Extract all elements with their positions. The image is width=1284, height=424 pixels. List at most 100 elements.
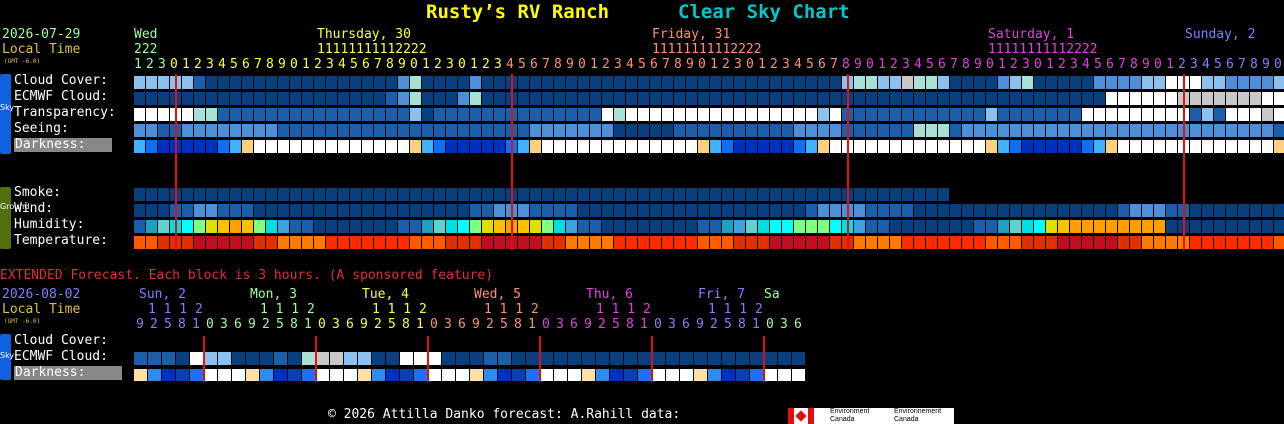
ext-cloud-block[interactable] (666, 352, 679, 365)
ext-cloud-block[interactable] (218, 352, 231, 365)
ext-cloud-block[interactable] (568, 352, 581, 365)
ext-cloud-block[interactable] (302, 352, 315, 365)
ext-darkness-block[interactable] (582, 369, 595, 381)
ext-darkness-block[interactable] (204, 369, 217, 381)
ext-darkness-block[interactable] (624, 369, 637, 381)
ext-cloud-block[interactable] (652, 352, 665, 365)
ext-cloud-block[interactable] (232, 352, 245, 365)
ext-darkness-block[interactable] (386, 369, 399, 381)
ext-darkness-block[interactable] (512, 369, 525, 381)
ext-darkness-block[interactable] (666, 369, 679, 381)
ext-darkness-block[interactable] (414, 369, 427, 381)
ext-darkness-block[interactable] (302, 369, 315, 381)
ext-darkness-block[interactable] (148, 369, 161, 381)
ext-darkness-block[interactable] (232, 369, 245, 381)
ext-darkness-block[interactable] (736, 369, 749, 381)
ext-cloud-block[interactable] (246, 352, 259, 365)
ext-cloud-block[interactable] (764, 352, 777, 365)
ext-cloud-block[interactable] (274, 352, 287, 365)
ext-darkness-block[interactable] (428, 369, 441, 381)
extended-forecast-grid (0, 0, 1284, 424)
ext-cloud-block[interactable] (792, 352, 805, 365)
ext-cloud-block[interactable] (148, 352, 161, 365)
ext-darkness-block[interactable] (288, 369, 301, 381)
ext-cloud-block[interactable] (582, 352, 595, 365)
ext-cloud-block[interactable] (470, 352, 483, 365)
ext-cloud-block[interactable] (694, 352, 707, 365)
ext-cloud-block[interactable] (610, 352, 623, 365)
ext-darkness-block[interactable] (792, 369, 805, 381)
ext-darkness-block[interactable] (764, 369, 777, 381)
ext-midnight-marker-line (539, 336, 541, 382)
ext-darkness-block[interactable] (400, 369, 413, 381)
ext-cloud-block[interactable] (134, 352, 147, 365)
ext-darkness-block[interactable] (596, 369, 609, 381)
ext-darkness-block[interactable] (708, 369, 721, 381)
ext-cloud-block[interactable] (344, 352, 357, 365)
ext-darkness-block[interactable] (526, 369, 539, 381)
ext-cloud-block[interactable] (204, 352, 217, 365)
ext-darkness-block[interactable] (246, 369, 259, 381)
ext-cloud-block[interactable] (190, 352, 203, 365)
ext-cloud-block[interactable] (680, 352, 693, 365)
ext-cloud-block[interactable] (736, 352, 749, 365)
ext-darkness-block[interactable] (680, 369, 693, 381)
ext-cloud-block[interactable] (316, 352, 329, 365)
ext-darkness-block[interactable] (274, 369, 287, 381)
ext-cloud-block[interactable] (456, 352, 469, 365)
ext-cloud-block[interactable] (498, 352, 511, 365)
ext-darkness-block[interactable] (722, 369, 735, 381)
ext-cloud-block[interactable] (484, 352, 497, 365)
ext-cloud-block[interactable] (386, 352, 399, 365)
ext-cloud-block[interactable] (288, 352, 301, 365)
ext-darkness-block[interactable] (218, 369, 231, 381)
ext-darkness-block[interactable] (540, 369, 553, 381)
environment-canada-logo[interactable]: Environment Canada Environnement Canada (788, 408, 954, 424)
ext-cloud-block[interactable] (414, 352, 427, 365)
ext-cloud-block[interactable] (540, 352, 553, 365)
ext-cloud-block[interactable] (442, 352, 455, 365)
ext-darkness-block[interactable] (610, 369, 623, 381)
ext-darkness-block[interactable] (190, 369, 203, 381)
ext-cloud-block[interactable] (330, 352, 343, 365)
ext-cloud-block[interactable] (358, 352, 371, 365)
ext-darkness-block[interactable] (470, 369, 483, 381)
ext-cloud-block[interactable] (260, 352, 273, 365)
ext-cloud-block[interactable] (176, 352, 189, 365)
ext-cloud-block[interactable] (162, 352, 175, 365)
ext-darkness-block[interactable] (344, 369, 357, 381)
ext-cloud-block[interactable] (596, 352, 609, 365)
ext-darkness-block[interactable] (484, 369, 497, 381)
ext-darkness-block[interactable] (694, 369, 707, 381)
ext-darkness-block[interactable] (554, 369, 567, 381)
ext-darkness-block[interactable] (372, 369, 385, 381)
ext-cloud-block[interactable] (722, 352, 735, 365)
ext-cloud-block[interactable] (554, 352, 567, 365)
ext-darkness-block[interactable] (638, 369, 651, 381)
ext-darkness-block[interactable] (162, 369, 175, 381)
ext-darkness-block[interactable] (498, 369, 511, 381)
ext-darkness-block[interactable] (442, 369, 455, 381)
ext-darkness-block[interactable] (358, 369, 371, 381)
ext-cloud-block[interactable] (638, 352, 651, 365)
ext-darkness-block[interactable] (134, 369, 147, 381)
ext-darkness-block[interactable] (330, 369, 343, 381)
ext-darkness-block[interactable] (778, 369, 791, 381)
ext-darkness-block[interactable] (260, 369, 273, 381)
ext-cloud-block[interactable] (428, 352, 441, 365)
ext-cloud-block[interactable] (708, 352, 721, 365)
ext-cloud-block[interactable] (400, 352, 413, 365)
ext-cloud-block[interactable] (778, 352, 791, 365)
ext-darkness-block[interactable] (568, 369, 581, 381)
ext-cloud-block[interactable] (512, 352, 525, 365)
ext-darkness-block[interactable] (316, 369, 329, 381)
ext-cloud-block[interactable] (372, 352, 385, 365)
ext-darkness-block[interactable] (456, 369, 469, 381)
ext-darkness-block[interactable] (652, 369, 665, 381)
ext-darkness-block[interactable] (750, 369, 763, 381)
logo-fr-line2: Canada (894, 416, 919, 423)
ext-cloud-block[interactable] (750, 352, 763, 365)
ext-cloud-block[interactable] (624, 352, 637, 365)
ext-darkness-block[interactable] (176, 369, 189, 381)
ext-cloud-block[interactable] (526, 352, 539, 365)
